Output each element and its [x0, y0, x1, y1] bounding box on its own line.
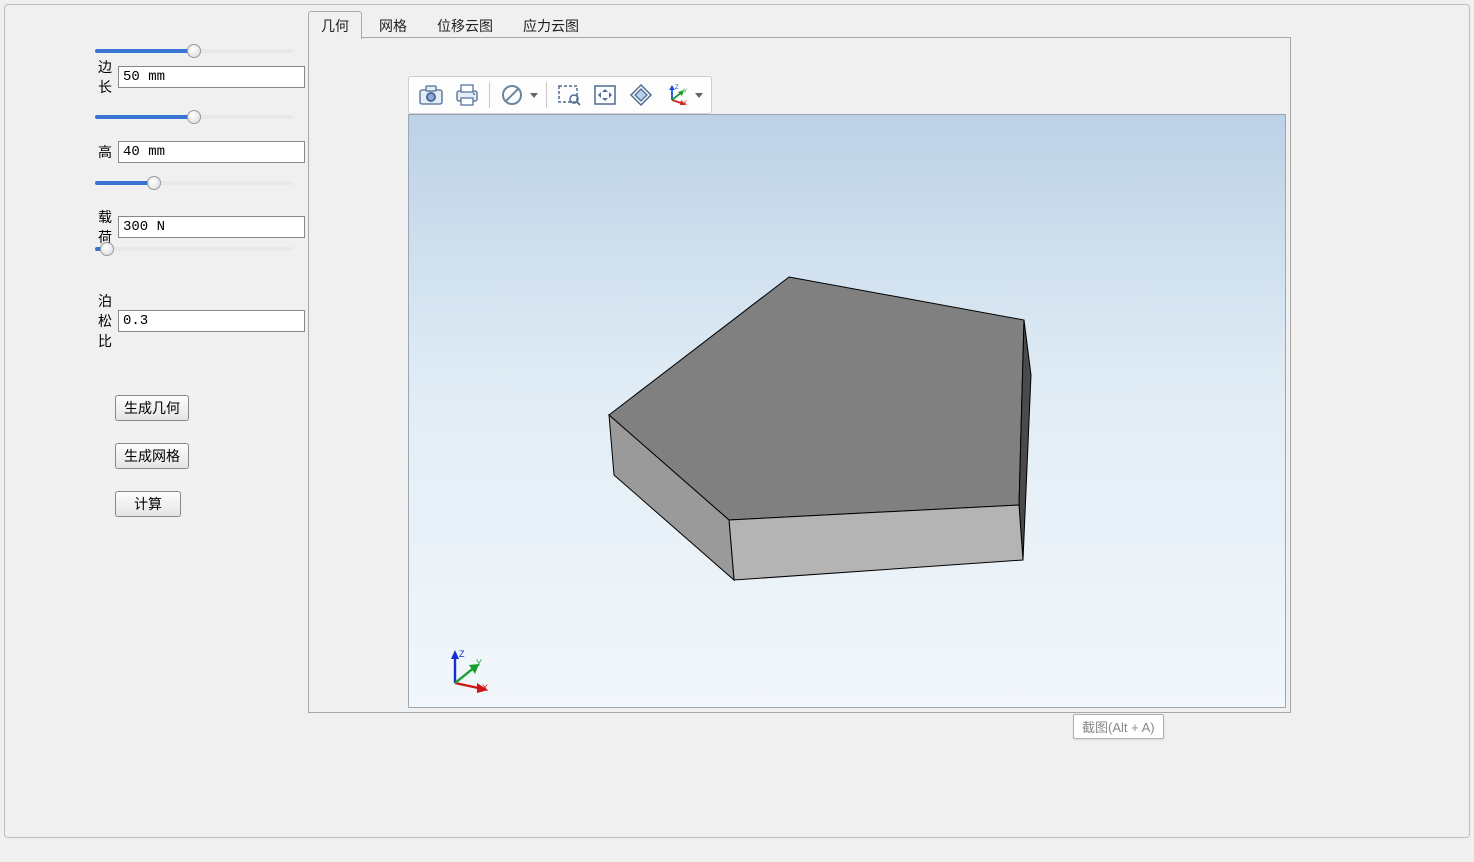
generate-geometry-button[interactable]: 生成几何: [115, 395, 189, 421]
screenshot-tooltip: 截图(Alt + A): [1073, 714, 1164, 739]
edge-length-input[interactable]: [118, 66, 305, 88]
rubber-band-zoom-icon[interactable]: [553, 79, 585, 111]
view-orientation-dropdown[interactable]: Z Y X: [661, 79, 705, 111]
tab-mesh[interactable]: 网格: [366, 11, 420, 39]
camera-icon[interactable]: [415, 79, 447, 111]
pan-icon[interactable]: [589, 79, 621, 111]
param-row-edge: 边长: [95, 57, 305, 97]
toolbar-separator: [546, 82, 547, 108]
load-input[interactable]: [118, 216, 305, 238]
tab-displacement[interactable]: 位移云图: [424, 11, 506, 39]
axis-triad-icon[interactable]: Z Y X: [661, 79, 693, 111]
axis-gizmo: Z Y X: [445, 647, 491, 693]
fit-all-icon[interactable]: [625, 79, 657, 111]
no-entry-icon[interactable]: [496, 79, 528, 111]
3d-viewport[interactable]: Z Y X: [408, 114, 1286, 708]
view-container: Z Y X: [308, 37, 1291, 713]
param-label-edge: 边长: [95, 57, 118, 97]
axis-label-y: Y: [476, 658, 482, 668]
poisson-input[interactable]: [118, 310, 305, 332]
app-window: 边长 高 载荷 泊松比: [4, 4, 1470, 838]
chevron-down-icon[interactable]: [693, 79, 705, 111]
svg-text:X: X: [683, 101, 687, 106]
viewport-toolbar: Z Y X: [408, 76, 712, 114]
param-row-poisson: 泊松比: [95, 291, 305, 351]
toolbar-separator: [489, 82, 490, 108]
display-mode-dropdown[interactable]: [496, 79, 540, 111]
tab-stress[interactable]: 应力云图: [510, 11, 592, 39]
svg-text:Z: Z: [675, 85, 679, 91]
height-input[interactable]: [118, 141, 305, 163]
chevron-down-icon[interactable]: [528, 79, 540, 111]
axis-label-x: X: [482, 683, 488, 693]
printer-icon[interactable]: [451, 79, 483, 111]
svg-text:Y: Y: [683, 89, 687, 95]
axis-label-z: Z: [459, 649, 465, 659]
load-slider[interactable]: [95, 173, 293, 193]
action-button-column: 生成几何 生成网格 计算: [115, 395, 305, 517]
param-row-height: 高: [95, 141, 305, 163]
generate-mesh-button[interactable]: 生成网格: [115, 443, 189, 469]
parameter-panel: 边长 高 载荷 泊松比: [95, 57, 305, 517]
poisson-slider[interactable]: [95, 239, 293, 259]
edge-length-slider[interactable]: [95, 41, 293, 61]
param-label-poisson: 泊松比: [95, 291, 118, 351]
geometry-model: [409, 115, 1286, 708]
height-slider[interactable]: [95, 107, 293, 127]
compute-button[interactable]: 计算: [115, 491, 181, 517]
param-label-height: 高: [95, 142, 118, 162]
tab-bar: 几何 网格 位移云图 应力云图: [308, 13, 596, 39]
tab-geometry[interactable]: 几何: [308, 11, 362, 39]
